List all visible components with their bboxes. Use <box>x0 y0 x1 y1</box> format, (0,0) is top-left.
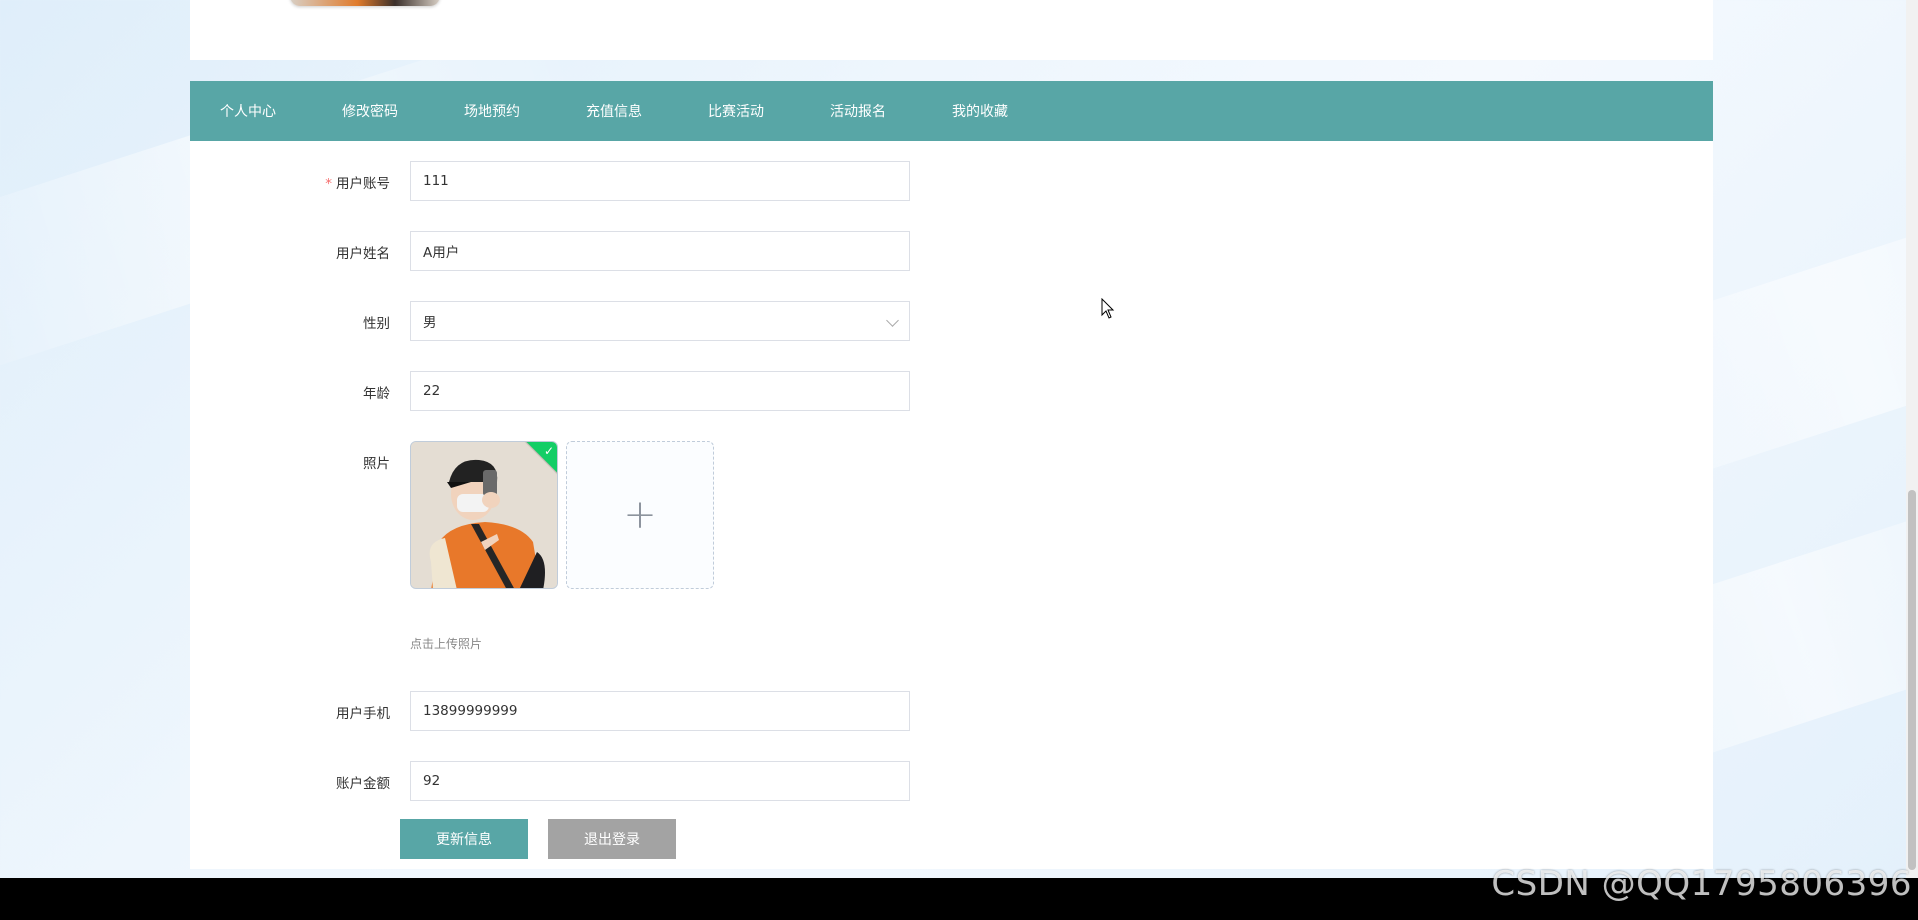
name-value: A用户 <box>423 245 460 261</box>
age-value: 22 <box>423 383 441 399</box>
plus-icon: + <box>623 492 657 538</box>
name-label: 用户姓名 <box>336 246 390 262</box>
profile-header-card <box>190 0 1713 60</box>
account-value: 111 <box>423 173 449 189</box>
user-center-nav: 个人中心 修改密码 场地预约 充值信息 比赛活动 活动报名 我的收藏 <box>190 81 1713 141</box>
phone-value: 13899999999 <box>423 703 518 719</box>
scrollbar-thumb[interactable] <box>1908 490 1916 870</box>
nav-item-change-password[interactable]: 修改密码 <box>342 101 398 121</box>
chevron-down-icon <box>886 314 899 327</box>
photo-upload-hint: 点击上传照片 <box>410 637 483 651</box>
nav-item-personal-center[interactable]: 个人中心 <box>220 101 276 121</box>
gender-select[interactable]: 男 <box>410 301 910 341</box>
photo-label: 照片 <box>363 456 390 472</box>
age-label: 年龄 <box>363 386 390 402</box>
nav-item-venue-booking[interactable]: 场地预约 <box>464 101 520 121</box>
photo-upload-button[interactable]: + <box>566 441 714 589</box>
account-input[interactable]: 111 <box>410 161 910 201</box>
header-avatar <box>290 0 440 6</box>
nav-item-recharge-info[interactable]: 充值信息 <box>586 101 642 121</box>
page-scrollbar[interactable] <box>1906 0 1918 878</box>
logout-button[interactable]: 退出登录 <box>548 819 676 859</box>
balance-label: 账户金额 <box>336 776 390 792</box>
balance-input[interactable]: 92 <box>410 761 910 801</box>
nav-item-competitions[interactable]: 比赛活动 <box>708 101 764 121</box>
uploaded-photo[interactable]: ✓ <box>410 441 558 589</box>
nav-item-event-signup[interactable]: 活动报名 <box>830 101 886 121</box>
phone-input[interactable]: 13899999999 <box>410 691 910 731</box>
balance-value: 92 <box>423 773 441 789</box>
account-label-text: 用户账号 <box>336 176 390 192</box>
gender-value: 男 <box>423 315 437 331</box>
gender-label: 性别 <box>363 316 390 332</box>
check-icon: ✓ <box>543 444 554 458</box>
nav-item-my-favorites[interactable]: 我的收藏 <box>952 101 1008 121</box>
watermark: CSDN @QQ1795806396 <box>1491 864 1912 904</box>
update-info-button[interactable]: 更新信息 <box>400 819 528 859</box>
name-input[interactable]: A用户 <box>410 231 910 271</box>
mouse-cursor-icon <box>1101 298 1115 319</box>
account-label: * 用户账号 <box>190 172 400 192</box>
person-photo-image <box>411 442 557 588</box>
age-input[interactable]: 22 <box>410 371 910 411</box>
profile-form-card: * 用户账号 111 用户姓名 A用户 性别 男 年龄 22 照片 ✓ + 点击… <box>190 141 1713 869</box>
required-mark: * <box>325 176 332 192</box>
phone-label: 用户手机 <box>336 706 390 722</box>
